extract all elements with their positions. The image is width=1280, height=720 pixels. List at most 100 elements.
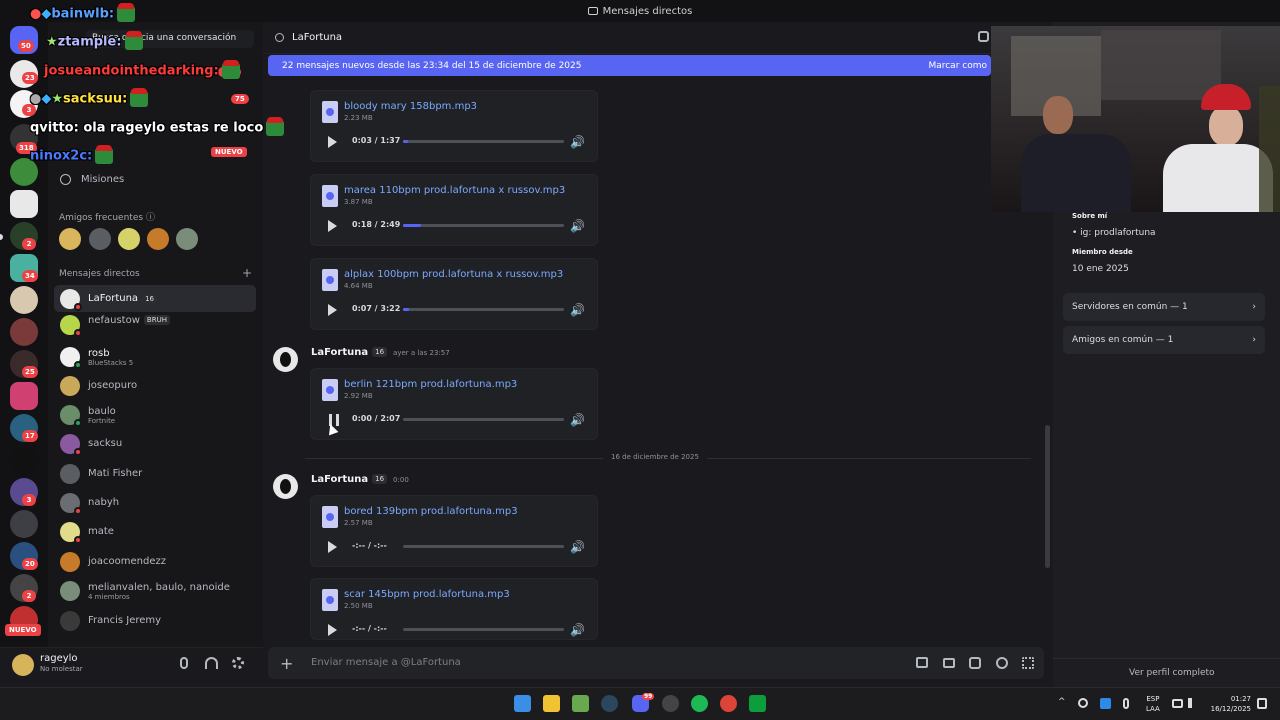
view-full-profile-link[interactable]: Ver perfil completo (1129, 668, 1215, 678)
chat-scrollbar[interactable] (1045, 425, 1050, 568)
server-icon-8[interactable] (10, 286, 38, 314)
missions-item[interactable]: Misiones (54, 168, 256, 190)
dm-item-nefaustow[interactable]: nefaustow BRUH (54, 313, 256, 343)
minecraft-icon[interactable] (572, 695, 589, 712)
person-face (1209, 106, 1243, 146)
usb-icon[interactable] (1123, 698, 1129, 709)
seek-bar[interactable] (403, 308, 564, 311)
play-icon[interactable] (328, 541, 337, 553)
user-avatar[interactable] (12, 654, 34, 676)
clock[interactable]: 01:27 16/12/2025 (1208, 694, 1251, 714)
file-name[interactable]: scar 145bpm prod.lafortuna.mp3 (344, 589, 510, 600)
server-icon-15[interactable] (10, 510, 38, 538)
message-avatar[interactable] (273, 347, 298, 372)
playback-time: 0:03 / 1:37 (352, 136, 401, 145)
sticker-icon[interactable] (969, 657, 981, 669)
audio-attachment: berlin 121bpm prod.lafortuna.mp3 2.92 MB… (310, 368, 598, 440)
obs-icon[interactable] (662, 695, 679, 712)
dm-name: nefaustow (88, 315, 140, 326)
volume-icon[interactable]: 🔊 (570, 219, 585, 233)
message-avatar[interactable] (273, 474, 298, 499)
volume-icon[interactable] (1188, 698, 1198, 708)
spotify-icon[interactable] (691, 695, 708, 712)
dm-item-rosb[interactable]: rosb BlueStacks 5 (54, 343, 256, 371)
seek-bar[interactable] (403, 224, 564, 227)
sync-icon[interactable] (1078, 698, 1088, 708)
windows-icon[interactable] (514, 695, 531, 712)
headphones-icon[interactable] (205, 657, 218, 669)
chrome-icon[interactable] (720, 695, 737, 712)
volume-icon[interactable]: 🔊 (570, 413, 585, 427)
seek-bar[interactable] (403, 140, 564, 143)
network-icon[interactable] (1172, 699, 1183, 708)
notification-icon[interactable] (1257, 698, 1267, 709)
shield-icon[interactable] (1100, 698, 1111, 709)
dm-item-mati-fisher[interactable]: Mati Fisher (54, 460, 256, 487)
file-name[interactable]: bored 139bpm prod.lafortuna.mp3 (344, 506, 518, 517)
overlay-chat-line: qvitto: ola rageylo estas re loco (30, 117, 285, 136)
window-titlebar: Mensajes directos (0, 0, 1280, 22)
server-icon-13[interactable] (10, 446, 38, 474)
server-badge-14: 3 (22, 494, 36, 506)
dm-item-joacoomendezz[interactable]: joacoomendezz (54, 548, 256, 575)
game-icon[interactable] (749, 695, 766, 712)
gift-icon[interactable] (916, 657, 928, 668)
volume-icon[interactable]: 🔊 (570, 540, 585, 554)
seek-bar[interactable] (403, 545, 564, 548)
dm-item-francis-jeremy[interactable]: Francis Jeremy (54, 607, 256, 634)
dm-tag: 16 (142, 293, 157, 304)
volume-icon[interactable]: 🔊 (570, 623, 585, 637)
frequent-friend-avatar[interactable] (147, 228, 169, 250)
seek-bar[interactable] (403, 418, 564, 421)
mutual-friends-row[interactable]: Amigos en común — 1 › (1063, 326, 1265, 354)
server-badge-1: 23 (22, 72, 38, 84)
file-size: 2.92 MB (344, 392, 373, 400)
user-name[interactable]: rageylo (40, 653, 78, 664)
frequent-friend-avatar[interactable] (59, 228, 81, 250)
server-icon-9[interactable] (10, 318, 38, 346)
message-author[interactable]: LaFortuna (311, 347, 368, 358)
server-icon-11[interactable] (10, 382, 38, 410)
volume-icon[interactable]: 🔊 (570, 303, 585, 317)
dm-item-mate[interactable]: mate (54, 518, 256, 545)
file-name[interactable]: bloody mary 158bpm.mp3 (344, 101, 477, 112)
steam-icon[interactable] (601, 695, 618, 712)
message-author[interactable]: LaFortuna (311, 474, 368, 485)
dm-item-sacksu[interactable]: sacksu (54, 430, 256, 457)
frequent-friend-avatar[interactable] (176, 228, 198, 250)
add-dm-button[interactable]: + (242, 266, 252, 280)
play-icon[interactable] (328, 136, 337, 148)
microphone-icon[interactable] (180, 657, 188, 669)
gear-icon[interactable] (232, 657, 244, 669)
new-messages-banner[interactable]: 22 mensajes nuevos desde las 23:34 del 1… (268, 55, 991, 76)
dm-item-baulo[interactable]: baulo Fortnite (54, 401, 256, 429)
message-input[interactable]: Enviar mensaje a @LaFortuna (311, 657, 461, 668)
files-icon[interactable] (543, 695, 560, 712)
server-icon-5[interactable] (10, 190, 38, 218)
play-icon[interactable] (328, 220, 337, 232)
file-name[interactable]: marea 110bpm prod.lafortuna x russov.mp3 (344, 185, 565, 196)
dm-item-lafortuna[interactable]: LaFortuna 16 (54, 285, 256, 312)
dm-item-group[interactable]: melianvalen, baulo, nanoide 4 miembros (54, 577, 256, 605)
frequent-friend-avatar[interactable] (118, 228, 140, 250)
apps-icon[interactable] (1022, 657, 1034, 669)
mark-read-button[interactable]: Marcar como (928, 61, 987, 71)
chevron-up-icon[interactable]: ^ (1058, 697, 1066, 707)
at-icon (275, 33, 284, 42)
play-icon[interactable] (328, 304, 337, 316)
dm-name: Mati Fisher (88, 468, 143, 479)
volume-icon[interactable]: 🔊 (570, 135, 585, 149)
seek-bar[interactable] (403, 628, 564, 631)
dm-item-nabyh[interactable]: nabyh (54, 489, 256, 516)
call-icon[interactable] (978, 31, 989, 42)
file-name[interactable]: alplax 100bpm prod.lafortuna x russov.mp… (344, 269, 563, 280)
emoji-icon[interactable] (996, 657, 1008, 669)
gif-icon[interactable] (943, 658, 955, 668)
frequent-friend-avatar[interactable] (89, 228, 111, 250)
mutual-servers-row[interactable]: Servidores en común — 1 › (1063, 293, 1265, 321)
file-name[interactable]: berlin 121bpm prod.lafortuna.mp3 (344, 379, 517, 390)
language-indicator[interactable]: ESP LAA (1146, 694, 1160, 714)
play-icon[interactable] (328, 624, 337, 636)
add-attachment-button[interactable]: + (280, 654, 293, 673)
dm-item-joseopuro[interactable]: joseopuro (54, 372, 256, 399)
